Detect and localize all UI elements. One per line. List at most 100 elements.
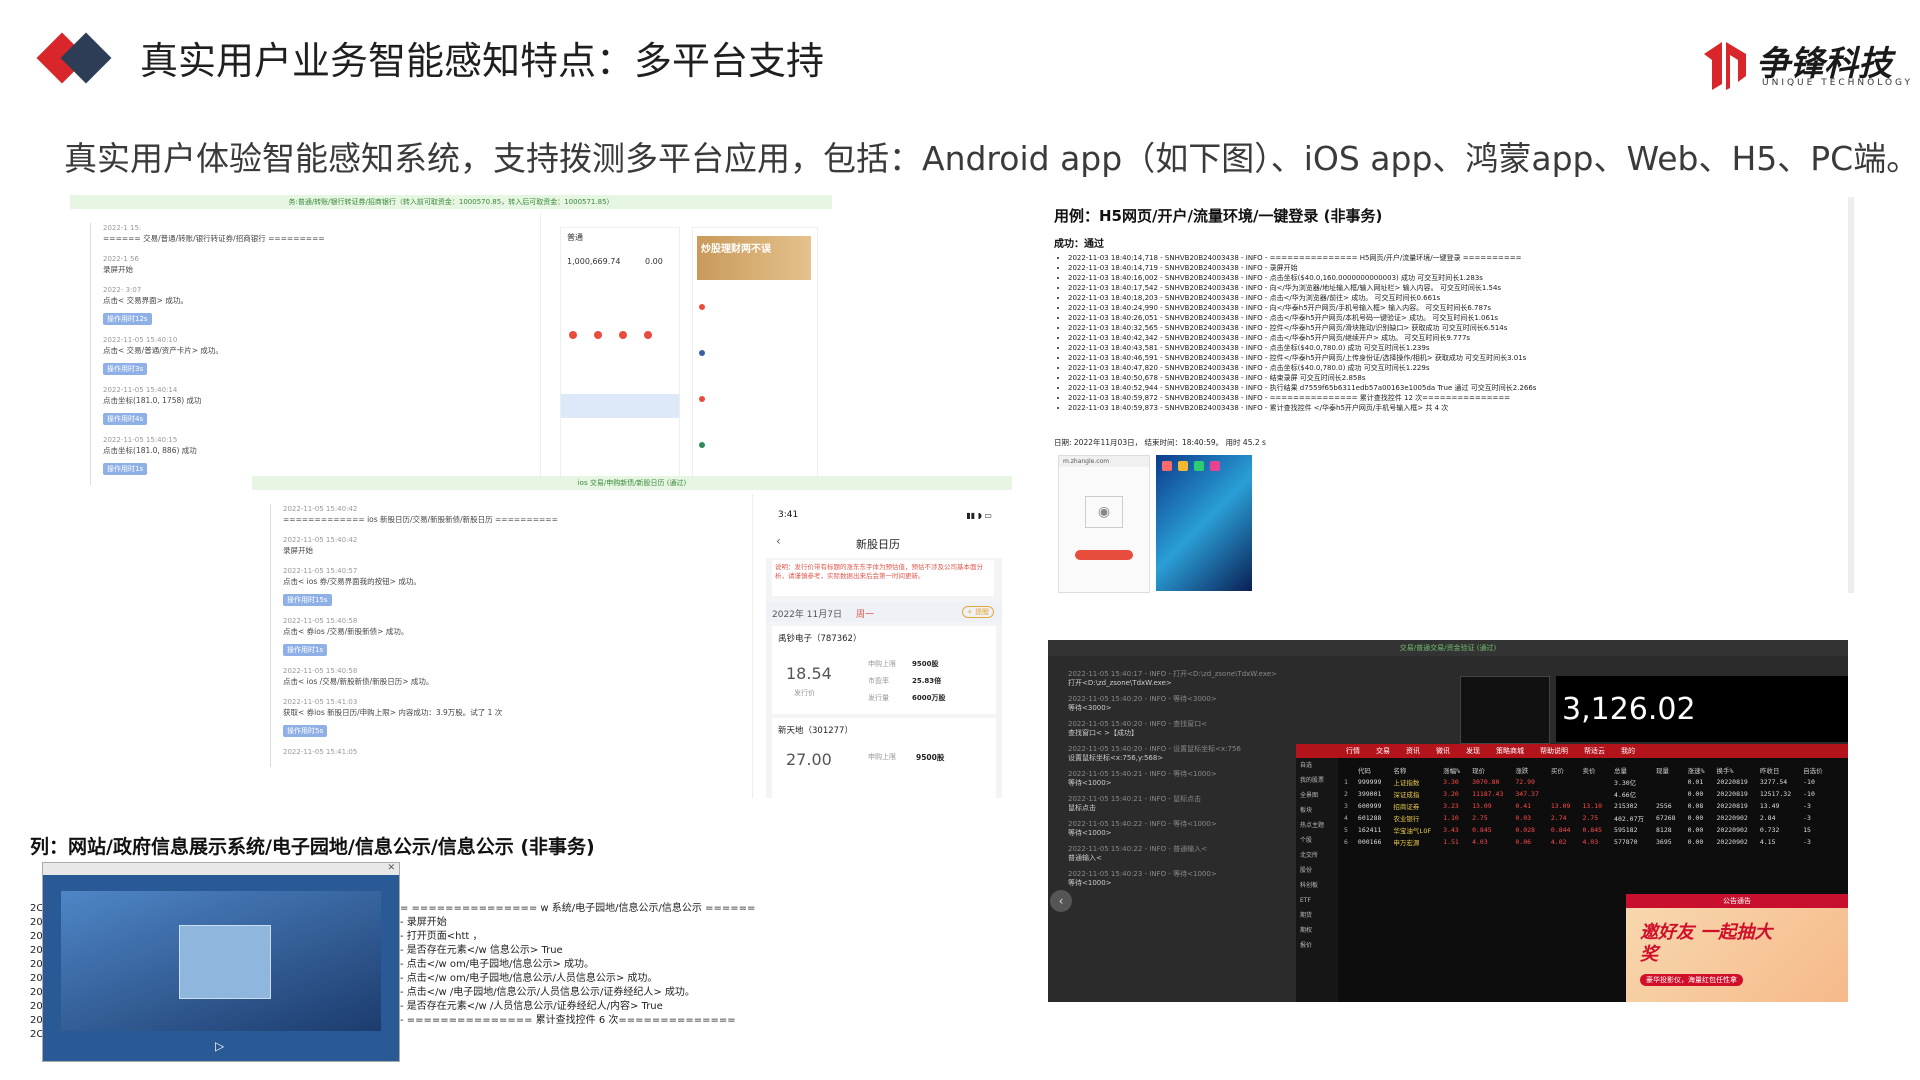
pc-log-entry: 2022-11-05 15:40:23 - INFO - 等待<1000> 等待<… [1068,870,1308,888]
menu-item[interactable]: 策略商城 [1496,747,1524,755]
table-cell: 0.00 [1687,790,1704,798]
close-icon[interactable]: ✕ [387,863,395,873]
h5-log-line: 2022-11-03 18:40:32,565 - SNHVB20B240034… [1068,323,1536,333]
fund-list [699,294,705,448]
table-row[interactable]: 5 162411 华宝油气LOF 3.43 0.845 0.028 0.844 0.845 59… [1340,824,1829,836]
menu-item[interactable]: 微讯 [1436,747,1450,755]
table-cell: 0.00 [1687,838,1704,846]
web-log-line: - 是否存在元素</w 信息公示> True [400,945,563,956]
log-entry: 2022-11-05 15:40:58 点击< 券ios /交易/新股新债> 成功… [283,616,558,656]
table-cell: 农业银行 [1393,815,1420,823]
h5-log-line: 2022-11-03 18:40:59,872 - SNHVB20B240034… [1068,393,1536,403]
menu-item[interactable]: 帮适云 [1584,747,1605,755]
log-entry: 2022-11-05 15:40:42 录屏开始 [283,535,558,556]
side-menu-item[interactable]: 全景图 [1300,788,1338,803]
quote-table-wrapper: 代码 名称 涨幅% 现价 涨跌 买价 卖价 总量 现量 涨速% 换手% 昨收日 自选价 1 999999 上证… [1340,764,1848,864]
side-menu-item[interactable]: 北交所 [1300,848,1338,863]
side-menu-item[interactable]: 科创板 [1300,878,1338,893]
side-menu-item[interactable]: 期权 [1300,923,1338,938]
log-time: 2022-11-05 15:40:58 [283,667,358,675]
table-cell: 3.20 [1443,790,1459,798]
duration-chip: 操作用时1s [283,644,328,656]
ios-date-row: 2022年 11月7日 周一 + 提醒 [766,602,1002,622]
row-index: 4 [1344,814,1348,822]
scroll-left-button[interactable]: ‹ [1050,890,1072,912]
pc-log-entry: 2022-11-05 15:40:21 - INFO - 等待<1000> 等待<… [1068,770,1308,788]
play-icon[interactable]: ▷ [215,1039,224,1053]
menu-item[interactable]: 我的 [1621,747,1635,755]
h5-log-line: 2022-11-03 18:40:43,581 - SNHVB20B240034… [1068,343,1536,353]
side-menu-item[interactable]: 期货 [1300,908,1338,923]
trading-menu-bar: 行情 交易 资讯 微讯 发现 策略商城 帮助说明 帮适云 我的 [1296,744,1848,758]
side-menu-item[interactable]: 报价 [1300,938,1338,953]
log-time: 2022-1 56 [103,255,139,263]
table-row[interactable]: 1 999999 上证指数 3.30 3070.80 72.99 3.30亿 0.01 2022… [1340,776,1829,788]
menu-item[interactable]: 交易 [1376,747,1390,755]
h5-log-line: 2022-11-03 18:40:46,591 - SNHVB20B240034… [1068,353,1536,363]
side-menu-item[interactable]: 自选 [1300,758,1338,773]
menu-item[interactable]: 帮助说明 [1540,747,1568,755]
log-text: 获取< 券ios 新股日历/申购上限> 内容成功：3.9万股。试了 1 次 [283,708,503,717]
side-menu-item[interactable]: 热点主题 [1300,818,1338,833]
table-header-cell: 涨跌 [1515,767,1529,775]
h5-log-line: 2022-11-03 18:40:59,873 - SNHVB20B240034… [1068,403,1536,413]
log-text: ====== 交易/普通/转账/银行转证券/招商银行 ========= [103,234,325,243]
pc-log-entry: 2022-11-05 15:40:21 - INFO - 鼠标点击 鼠标点击 [1068,795,1308,813]
table-cell [1576,788,1608,800]
remind-button[interactable]: + 提醒 [961,606,994,618]
ios-signal-icon: ▮▮ ◗ ▭ [966,511,992,520]
pc-log-text: 打开<D:\zd_zsone\TdxW.exe> [1068,679,1172,687]
side-menu-item[interactable]: 我的股票 [1300,773,1338,788]
side-menu-item[interactable]: 个股 [1300,833,1338,848]
table-row[interactable]: 3 600999 招商证券 3.23 13.09 0.41 13.09 13.10 215302… [1340,800,1829,812]
table-cell: 595182 [1614,826,1638,834]
side-menu-item[interactable]: ETF [1300,893,1338,908]
duration-chip: 操作用时3s [103,363,148,375]
ad-main: 邀好友 一起抽大奖 [1640,922,1773,965]
log-entry: 2022-11-05 15:40:15 点击坐标(181.0, 886) 成功 操作… [103,435,325,475]
stock2-price: 27.00 [786,750,832,769]
table-cell: 2.74 [1550,814,1567,822]
menu-item[interactable]: 行情 [1346,747,1360,755]
pc-log-time: 2022-11-05 15:40:20 - INFO - 查找窗口< [1068,720,1207,728]
trading-app-window: 行情 交易 资讯 微讯 发现 策略商城 帮助说明 帮适云 我的 自选 我的股票 全景图 板块 热点主题个… [1296,744,1848,1002]
pc-log-entry: 2022-11-05 15:40:20 - INFO - 查找窗口< 查找窗口< … [1068,720,1308,738]
menu-item[interactable]: 资讯 [1406,747,1420,755]
menu-item[interactable]: 发现 [1466,747,1480,755]
promo-banner: 炒股理财两不误 [697,236,811,280]
pc-log-time: 2022-11-05 15:40:20 - INFO - 等待<3000> [1068,695,1217,703]
table-cell: 13.09 [1472,802,1492,810]
table-cell: 20220819 [1716,790,1748,798]
table-cell: -10 [1803,790,1815,798]
log-time: 2022-11-05 15:40:58 [283,617,358,625]
table-header-cell: 自选价 [1803,767,1823,775]
table-cell: 13.49 [1759,802,1780,810]
phone-tab: 普通 [567,233,583,242]
pc-log-time: 2022-11-05 15:40:21 - INFO - 等待<1000> [1068,770,1217,778]
h5-phone-screenshot-1: m.zhangle.com ◉ [1058,455,1150,593]
table-cell: 2556 [1656,802,1672,810]
phone-highlight-row [561,394,679,418]
side-menu-item[interactable]: 股份 [1300,863,1338,878]
table-cell: 0.732 [1759,826,1780,834]
web-log-line: - =============== 累计查找控件 6 次============… [400,1015,736,1026]
back-chevron-icon[interactable]: ‹ [776,534,781,548]
ios-result-banner: ios 交易/申购新债/新股日历 (通过) [252,476,1012,490]
table-cell: 399001 [1357,790,1382,798]
table-row[interactable]: 4 601288 农业银行 1.10 2.75 0.03 2.74 2.75 402.07万 67… [1340,812,1829,824]
table-cell: 2.84 [1759,814,1776,822]
table-header-cell: 买价 [1550,767,1564,775]
row-index: 3 [1344,802,1348,810]
pc-index-panel: 3,126.02 [1556,676,1848,742]
h5-red-button[interactable] [1075,550,1133,560]
table-row[interactable]: 2 399001 深证成指 3.20 11187.43 347.37 4.66亿 0.00 20… [1340,788,1829,800]
table-row[interactable]: 6 000166 申万宏源 1.51 4.03 0.06 4.02 4.03 577870 369… [1340,836,1829,848]
web-browser-window: ✕ ▷ [42,862,400,1062]
android-banner-text: 务:普通/转账/银行转证券/招商银行（转入前可取资金：1000570.85，转入… [288,198,614,206]
log-time: 2022-11-05 15:41:05 [283,748,358,756]
promo-text: 炒股理财两不误 [701,244,771,255]
promo-ad[interactable]: 公告通告 邀好友 一起抽大奖 豪华投影仪，海量红包任性拿 [1626,894,1848,1002]
side-menu-item[interactable]: 板块 [1300,803,1338,818]
trading-side-menu: 自选 我的股票 全景图 板块 热点主题 个股 北交所 股份 科创板 ETF 期货 期权 报价 [1296,758,1338,1002]
ios-page-title: 新股日历 [856,538,900,551]
